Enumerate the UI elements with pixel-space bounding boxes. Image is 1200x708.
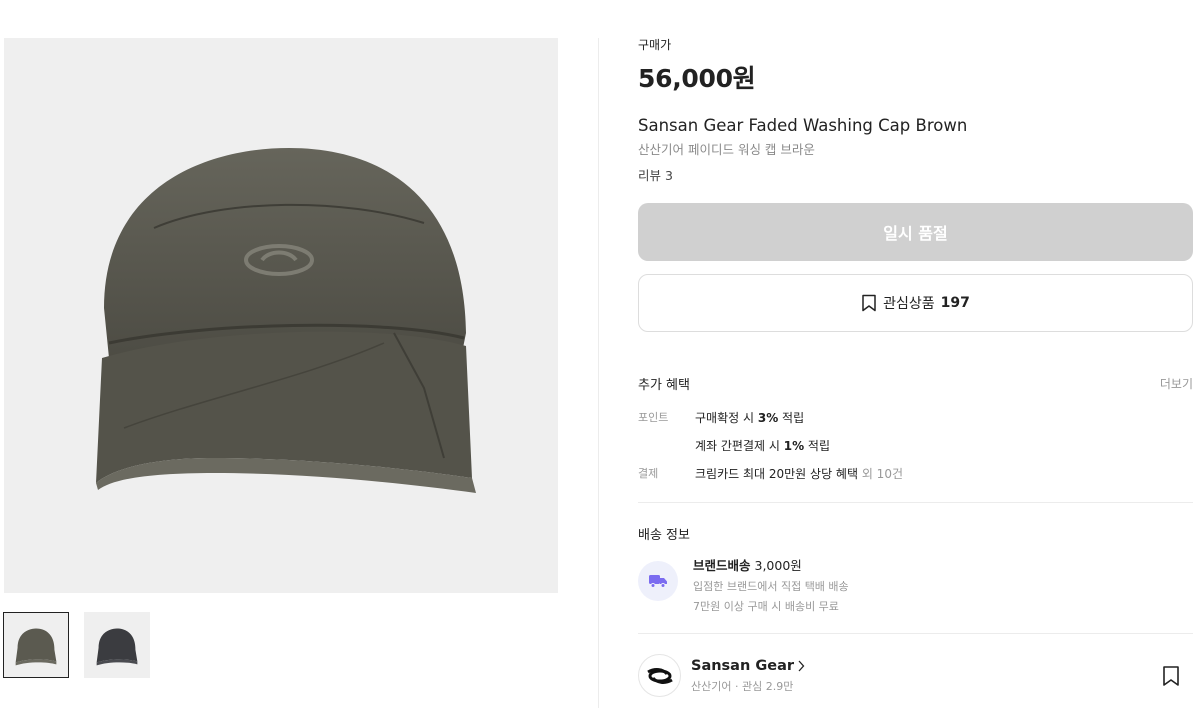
product-main-image[interactable] [4, 38, 558, 593]
section-divider [638, 502, 1193, 503]
point-benefit-1: 구매확정 시 3% 적립 [695, 411, 805, 425]
brand-meta: 산산기어 · 관심 2.9만 [691, 679, 794, 693]
shipping-detail-2: 7만원 이상 구매 시 배송비 무료 [693, 600, 839, 613]
wishlist-count: 197 [940, 295, 970, 311]
brand-name-link[interactable]: Sansan Gear [691, 658, 1159, 674]
shipping-detail-1: 입점한 브랜드에서 직접 택배 배송 [693, 580, 849, 593]
truck-icon [649, 575, 667, 588]
benefits-section: 추가 혜택 더보기 포인트 구매확정 시 3% 적립 계좌 간편결제 시 1% … [638, 374, 1193, 482]
sold-out-button: 일시 품절 [638, 203, 1193, 261]
chevron-right-icon [798, 660, 805, 671]
cap-thumbnail-image [96, 628, 138, 666]
benefits-more-link[interactable]: 더보기 [1160, 375, 1193, 392]
thumbnail-list [3, 612, 150, 678]
section-divider [638, 633, 1193, 634]
brand-bookmark-icon[interactable] [1159, 664, 1183, 688]
payment-category: 결제 [638, 467, 659, 480]
wishlist-label: 관심상품 [883, 296, 935, 312]
brown-cap-thumbnail[interactable] [3, 612, 69, 678]
point-category: 포인트 [638, 411, 669, 424]
product-name-english: Sansan Gear Faded Washing Cap Brown [638, 116, 968, 135]
product-name-korean: 산산기어 페이디드 워싱 캡 브라운 [638, 142, 815, 157]
brand-logo[interactable] [638, 654, 681, 697]
shipping-title: 배송 정보 [638, 528, 690, 543]
point-benefit-2: 계좌 간편결제 시 1% 적립 [695, 439, 831, 453]
sansan-gear-logo-icon [646, 667, 673, 684]
cap-image [96, 148, 476, 493]
bookmark-icon [862, 294, 876, 312]
wishlist-button[interactable]: 관심상품 197 [638, 274, 1193, 332]
shipping-section: 배송 정보 브랜드배송 3,000원 입점한 브랜드에서 직접 택배 배송 7만… [638, 524, 1193, 614]
charcoal-cap-thumbnail[interactable] [84, 612, 150, 678]
benefits-title: 추가 혜택 [638, 378, 690, 393]
price: 56,000원 [638, 64, 756, 93]
brand-row[interactable]: Sansan Gear 산산기어 · 관심 2.9만 [638, 654, 1193, 697]
price-label: 구매가 [638, 38, 672, 52]
payment-benefit: 크림카드 최대 20만원 상당 혜택 외 10건 [695, 467, 903, 481]
shipping-method: 브랜드배송 3,000원 [693, 558, 802, 573]
vertical-divider [598, 38, 599, 708]
product-info: 구매가 56,000원 Sansan Gear Faded Washing Ca… [638, 36, 1193, 697]
cap-thumbnail-image [15, 628, 57, 666]
review-count-link[interactable]: 리뷰 3 [638, 165, 1193, 184]
truck-icon-wrapper [638, 561, 678, 601]
